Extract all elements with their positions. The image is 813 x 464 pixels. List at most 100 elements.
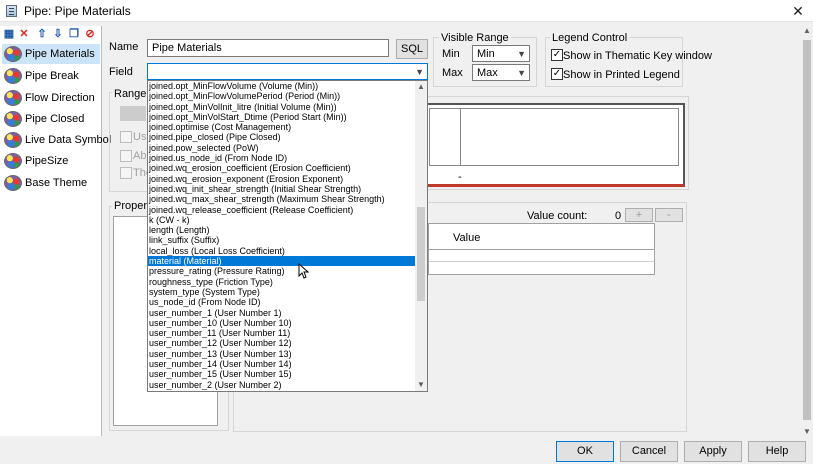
use-checkbox xyxy=(120,131,132,143)
mouse-cursor-icon xyxy=(298,263,310,279)
show-thematic-checkbox[interactable]: ✓ xyxy=(551,49,563,61)
min-combobox[interactable]: Min ▼ xyxy=(472,45,530,62)
field-option[interactable]: joined.opt_MinFlowVolume (Volume (Min)) xyxy=(148,81,416,91)
app-icon xyxy=(6,5,17,17)
sidebar-item-label: Base Theme xyxy=(25,177,88,189)
field-option[interactable]: us_node_id (From Node ID) xyxy=(148,297,416,307)
show-printed-label: Show in Printed Legend xyxy=(563,69,680,81)
scroll-thumb[interactable] xyxy=(417,207,425,301)
ok-button[interactable]: OK xyxy=(556,441,614,462)
sql-button[interactable]: SQL xyxy=(396,39,428,59)
legend-preview-dash: - xyxy=(458,171,462,183)
max-combobox[interactable]: Max ▼ xyxy=(472,64,530,81)
sidebar-item-label: Pipe Break xyxy=(25,70,79,82)
field-option[interactable]: user_number_11 (User Number 11) xyxy=(148,328,416,338)
sidebar-item-pipesize[interactable]: PipeSize xyxy=(2,151,100,171)
field-label: Field xyxy=(109,66,133,78)
field-option[interactable]: joined.pipe_closed (Pipe Closed) xyxy=(148,132,416,142)
field-option[interactable]: joined.opt_MinFlowVolumePeriod (Period (… xyxy=(148,91,416,101)
field-option[interactable]: joined.us_node_id (From Node ID) xyxy=(148,153,416,163)
theme-globe-icon xyxy=(4,111,22,127)
field-option[interactable]: roughness_type (Friction Type) xyxy=(148,277,416,287)
the-checkbox xyxy=(120,167,132,179)
close-icon[interactable]: ✕ xyxy=(783,0,813,22)
field-option[interactable]: local_loss (Local Loss Coefficient) xyxy=(148,246,416,256)
sidebar-item-pipe-break[interactable]: Pipe Break xyxy=(2,66,100,86)
cancel-button[interactable]: Cancel xyxy=(620,441,678,462)
name-input[interactable]: Pipe Materials xyxy=(147,39,389,57)
values-table[interactable]: Value xyxy=(428,223,655,275)
field-option[interactable]: joined.wq_erosion_exponent (Erosion Expo… xyxy=(148,174,416,184)
field-combobox[interactable]: ▼ xyxy=(147,63,428,80)
field-option[interactable]: pressure_rating (Pressure Rating) xyxy=(148,266,416,276)
field-options: joined.opt_MinFlowVolume (Volume (Min)) j… xyxy=(148,81,416,390)
min-combobox-value: Min xyxy=(477,48,495,60)
move-down-icon[interactable]: ⇩ xyxy=(52,28,64,40)
value-column-header: Value xyxy=(453,232,481,244)
field-option[interactable]: joined.opt_MinVolStart_Dtime (Period Sta… xyxy=(148,112,416,122)
sidebar-item-label: PipeSize xyxy=(25,155,69,167)
legend-preview-divider xyxy=(460,109,461,165)
field-option[interactable]: user_number_1 (User Number 1) xyxy=(148,308,416,318)
field-option[interactable]: user_number_12 (User Number 12) xyxy=(148,338,416,348)
field-option[interactable]: joined.wq_erosion_coefficient (Erosion C… xyxy=(148,163,416,173)
sidebar-item-live-data-symbol[interactable]: Live Data Symbol xyxy=(2,130,111,150)
field-option[interactable]: k (CW - k) xyxy=(148,215,416,225)
delete-icon[interactable]: ✕ xyxy=(18,28,30,40)
help-button[interactable]: Help xyxy=(748,441,806,462)
field-option[interactable]: link_suffix (Suffix) xyxy=(148,235,416,245)
legend-preview: - xyxy=(423,103,685,187)
field-option[interactable]: joined.optimise (Cost Management) xyxy=(148,122,416,132)
range-label: Range xyxy=(112,88,149,100)
visible-range-title: Visible Range xyxy=(439,32,511,44)
apply-button[interactable]: Apply xyxy=(684,441,742,462)
sidebar-item-flow-direction[interactable]: Flow Direction xyxy=(2,88,100,108)
abs-checkbox xyxy=(120,150,132,162)
sidebar-item-label: Live Data Symbol xyxy=(25,134,112,146)
values-header-row: Value xyxy=(429,224,654,250)
sidebar-item-label: Pipe Closed xyxy=(25,113,85,125)
panel-scrollbar[interactable]: ▲ ▼ xyxy=(801,26,813,436)
field-option[interactable]: joined.wq_init_shear_strength (Initial S… xyxy=(148,184,416,194)
field-option[interactable]: user_number_15 (User Number 15) xyxy=(148,369,416,379)
layers-icon[interactable]: ▦ xyxy=(3,28,15,40)
copy-icon[interactable]: ❐ xyxy=(68,28,80,40)
no-entry-icon[interactable]: ⊘ xyxy=(84,28,96,40)
scroll-down-icon[interactable]: ▼ xyxy=(801,427,813,436)
scroll-up-icon[interactable]: ▲ xyxy=(415,81,427,93)
max-label: Max xyxy=(442,67,463,79)
field-option[interactable]: joined.wq_release_coefficient (Release C… xyxy=(148,205,416,215)
title-bar: Pipe: Pipe Materials ✕ xyxy=(0,0,813,22)
field-option[interactable]: user_number_14 (User Number 14) xyxy=(148,359,416,369)
move-up-icon[interactable]: ⇧ xyxy=(36,28,48,40)
window-title: Pipe: Pipe Materials xyxy=(24,4,131,18)
field-option[interactable]: joined.wq_max_shear_strength (Maximum Sh… xyxy=(148,194,416,204)
dialog-footer: OK Cancel Apply Help xyxy=(0,436,813,464)
field-option[interactable]: system_type (System Type) xyxy=(148,287,416,297)
show-thematic-label: Show in Thematic Key window xyxy=(563,50,712,62)
field-option[interactable]: user_number_2 (User Number 2) xyxy=(148,380,416,390)
field-option[interactable]: user_number_10 (User Number 10) xyxy=(148,318,416,328)
sidebar-item-pipe-closed[interactable]: Pipe Closed xyxy=(2,109,100,129)
scroll-down-icon[interactable]: ▼ xyxy=(415,379,427,391)
sidebar-item-base-theme[interactable]: Base Theme xyxy=(2,173,100,193)
field-option[interactable]: joined.pow_selected (PoW) xyxy=(148,143,416,153)
chevron-down-icon: ▼ xyxy=(517,49,526,59)
field-option[interactable]: length (Length) xyxy=(148,225,416,235)
scroll-up-icon[interactable]: ▲ xyxy=(801,26,813,35)
chevron-down-icon: ▼ xyxy=(517,68,526,78)
theme-globe-icon xyxy=(4,153,22,169)
table-row[interactable] xyxy=(429,250,654,262)
sidebar-item-label: Pipe Materials xyxy=(25,48,95,60)
dropdown-scrollbar[interactable]: ▲ ▼ xyxy=(415,81,427,391)
field-dropdown-list[interactable]: joined.opt_MinFlowVolume (Volume (Min)) j… xyxy=(147,80,428,392)
theme-globe-icon xyxy=(4,46,22,62)
sidebar-item-pipe-materials[interactable]: Pipe Materials xyxy=(2,44,100,64)
min-label: Min xyxy=(442,48,460,60)
show-printed-checkbox[interactable]: ✓ xyxy=(551,68,563,80)
field-option[interactable]: user_number_13 (User Number 13) xyxy=(148,349,416,359)
field-option[interactable]: material (Material) xyxy=(148,256,416,267)
scroll-thumb[interactable] xyxy=(803,40,811,420)
chevron-down-icon: ▼ xyxy=(415,67,424,77)
field-option[interactable]: joined.opt_MinVolInit_litre (Initial Vol… xyxy=(148,102,416,112)
